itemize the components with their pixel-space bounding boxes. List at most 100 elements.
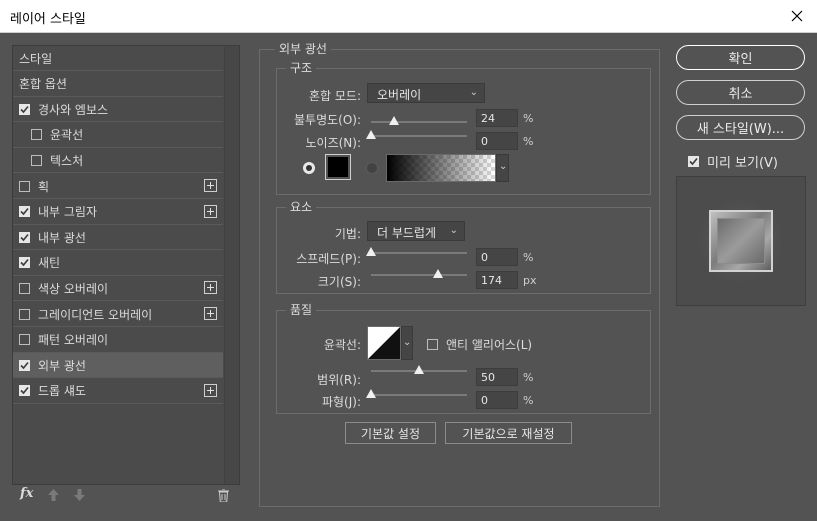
move-down-icon[interactable] bbox=[74, 489, 85, 501]
jitter-label: 파형(J): bbox=[321, 395, 361, 409]
chevron-down-icon: ⌄ bbox=[449, 225, 458, 236]
preview-checkbox[interactable]: 미리 보기(V) bbox=[688, 152, 778, 171]
style-item-checkbox[interactable] bbox=[19, 385, 30, 397]
make-default-button[interactable]: 기본값 설정 bbox=[345, 422, 436, 444]
style-item-label: 드롭 섀도 bbox=[38, 384, 86, 399]
checkmark-icon bbox=[689, 157, 698, 166]
add-effect-icon[interactable] bbox=[204, 281, 217, 295]
noise-input[interactable]: 0 bbox=[476, 132, 518, 150]
style-item-label: 새틴 bbox=[38, 256, 61, 271]
style-item[interactable]: 새틴 bbox=[13, 251, 223, 276]
style-item-label: 내부 광선 bbox=[38, 230, 86, 245]
opacity-slider-track[interactable] bbox=[371, 121, 467, 123]
fx-icon[interactable]: fx bbox=[20, 486, 33, 501]
contour-picker-button[interactable]: ⌄ bbox=[401, 326, 413, 360]
antialias-label: 앤티 앨리어스(L) bbox=[446, 338, 533, 352]
noise-slider-thumb[interactable] bbox=[366, 130, 376, 139]
style-item[interactable]: 드롭 섀도 bbox=[13, 379, 223, 404]
cancel-button[interactable]: 취소 bbox=[676, 80, 805, 105]
glow-color-swatch[interactable] bbox=[325, 154, 351, 180]
close-button[interactable] bbox=[777, 0, 817, 32]
style-item[interactable]: 윤곽선 bbox=[13, 123, 223, 148]
close-icon bbox=[791, 10, 803, 22]
style-item-checkbox[interactable] bbox=[19, 180, 30, 192]
jitter-unit: % bbox=[523, 394, 534, 407]
style-item[interactable]: 내부 광선 bbox=[13, 225, 223, 251]
style-item-label: 혼합 옵션 bbox=[19, 77, 67, 92]
opacity-slider-thumb[interactable] bbox=[389, 116, 400, 125]
jitter-slider-track[interactable] bbox=[371, 394, 467, 396]
style-item-label: 획 bbox=[38, 179, 50, 194]
spread-slider-thumb[interactable] bbox=[366, 247, 376, 256]
style-item-checkbox[interactable] bbox=[19, 231, 30, 243]
style-item-checkbox[interactable] bbox=[19, 103, 30, 115]
move-up-icon[interactable] bbox=[48, 489, 59, 501]
style-item-checkbox[interactable] bbox=[31, 154, 42, 166]
size-input[interactable]: 174 bbox=[476, 271, 518, 289]
style-item-checkbox[interactable] bbox=[19, 308, 30, 320]
style-item-checkbox[interactable] bbox=[19, 282, 30, 294]
style-item-checkbox[interactable] bbox=[19, 359, 30, 371]
spread-input[interactable]: 0 bbox=[476, 248, 518, 266]
color-radio[interactable] bbox=[303, 162, 315, 174]
add-effect-icon[interactable] bbox=[204, 307, 217, 320]
range-label: 범위(R): bbox=[317, 373, 361, 387]
reset-default-button[interactable]: 기본값으로 재설정 bbox=[445, 422, 572, 444]
opacity-input[interactable]: 24 bbox=[476, 109, 518, 127]
style-item-checkbox[interactable] bbox=[31, 129, 42, 141]
opacity-unit: % bbox=[523, 112, 534, 125]
styles-list-footer: fx bbox=[12, 486, 238, 506]
style-item-label: 패턴 오버레이 bbox=[38, 333, 109, 348]
size-slider-thumb[interactable] bbox=[432, 269, 443, 278]
add-effect-icon[interactable] bbox=[204, 179, 217, 192]
style-item[interactable]: 내부 그림자 bbox=[13, 200, 223, 225]
new-style-button[interactable]: 새 스타일(W)... bbox=[676, 115, 805, 140]
add-effect-icon[interactable] bbox=[204, 204, 217, 218]
chevron-down-icon: ⌄ bbox=[469, 87, 478, 98]
preview-checkbox-box[interactable] bbox=[688, 156, 699, 167]
style-item[interactable]: 혼합 옵션 bbox=[13, 72, 223, 97]
style-item[interactable]: 외부 광선 bbox=[13, 353, 223, 379]
gradient-preview[interactable] bbox=[386, 154, 496, 182]
noise-unit: % bbox=[523, 135, 534, 148]
style-item-label: 내부 그림자 bbox=[38, 205, 98, 220]
style-item-checkbox[interactable] bbox=[19, 206, 30, 218]
range-unit: % bbox=[523, 371, 534, 384]
range-input[interactable]: 50 bbox=[476, 368, 518, 386]
style-item[interactable]: 스타일 bbox=[13, 46, 223, 71]
preview-inner bbox=[717, 218, 765, 264]
ok-button[interactable]: 확인 bbox=[676, 45, 805, 70]
gradient-picker-button[interactable]: ⌄ bbox=[496, 154, 509, 182]
noise-label: 노이즈(N): bbox=[305, 136, 361, 150]
spread-label: 스프레드(P): bbox=[296, 252, 361, 266]
checkmark-icon bbox=[20, 233, 29, 241]
size-slider-track[interactable] bbox=[371, 274, 467, 276]
checkmark-icon bbox=[20, 105, 29, 113]
blend-mode-select[interactable]: 오버레이 ⌄ bbox=[367, 83, 485, 103]
style-item[interactable]: 색상 오버레이 bbox=[13, 276, 223, 302]
style-item[interactable]: 획 bbox=[13, 174, 223, 199]
style-item[interactable]: 텍스처 bbox=[13, 148, 223, 174]
noise-slider-track[interactable] bbox=[371, 135, 467, 137]
style-item[interactable]: 경사와 엠보스 bbox=[13, 97, 223, 123]
style-preview bbox=[676, 176, 806, 306]
style-item[interactable]: 패턴 오버레이 bbox=[13, 328, 223, 353]
gradient-radio[interactable] bbox=[366, 162, 378, 174]
style-item[interactable]: 그레이디언트 오버레이 bbox=[13, 302, 223, 327]
antialias-checkbox-box[interactable] bbox=[427, 339, 438, 350]
jitter-slider-thumb[interactable] bbox=[366, 389, 376, 398]
window-title: 레이어 스타일 bbox=[10, 12, 86, 27]
jitter-input[interactable]: 0 bbox=[476, 391, 518, 409]
add-effect-icon[interactable] bbox=[204, 383, 217, 397]
spread-slider-track[interactable] bbox=[371, 252, 467, 254]
contour-label: 윤곽선: bbox=[323, 338, 361, 352]
trash-icon[interactable] bbox=[218, 489, 229, 502]
contour-preview[interactable] bbox=[367, 326, 401, 360]
styles-list-scrollbar[interactable] bbox=[224, 46, 239, 484]
range-slider-thumb[interactable] bbox=[414, 365, 424, 374]
antialias-checkbox[interactable]: 앤티 앨리어스(L) bbox=[427, 336, 532, 353]
technique-select[interactable]: 더 부드럽게 ⌄ bbox=[367, 221, 465, 241]
style-item-label: 스타일 bbox=[19, 51, 53, 66]
style-item-checkbox[interactable] bbox=[19, 334, 30, 346]
style-item-checkbox[interactable] bbox=[19, 257, 30, 269]
